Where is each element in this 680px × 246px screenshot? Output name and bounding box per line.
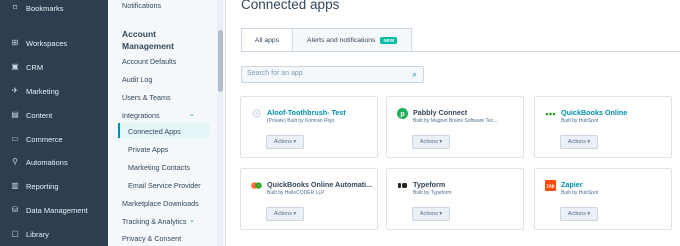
bookmark-icon: ⌑	[12, 3, 18, 12]
actions-button[interactable]: Actions ▾	[560, 207, 598, 221]
actions-button[interactable]: Actions ▾	[560, 135, 598, 149]
typeform-logo-icon	[398, 183, 407, 188]
app-author: Built by HelloCODER LLP	[267, 190, 325, 196]
data-management-icon: ⛁	[11, 205, 19, 214]
app-author: (Private) Built by Komran Rojo	[267, 118, 335, 124]
nav-automations[interactable]: ⚲ Automations	[0, 151, 108, 173]
nav-label: CRM	[26, 62, 44, 72]
nav-label: Commerce	[26, 134, 63, 144]
page-title: Connected apps	[241, 0, 340, 12]
search-input[interactable]: Search for an app ⌕	[241, 66, 424, 83]
content-icon: ▤	[11, 110, 19, 119]
nav-crm[interactable]: ▣ CRM	[0, 56, 108, 78]
nav-label: Reporting	[26, 181, 59, 191]
nav-label: Automations	[26, 157, 68, 167]
app-card[interactable]: Aloof-Toothbrush- Test (Private) Built b…	[240, 96, 378, 158]
sidebar-item-audit-log[interactable]: Audit Log	[122, 75, 152, 84]
sidebar-scrollbar-thumb[interactable]	[218, 30, 223, 92]
workspaces-icon: ⊞	[11, 38, 19, 47]
crm-icon: ▣	[11, 62, 19, 71]
nav-label: Data Management	[26, 205, 88, 215]
nav-label: Library	[26, 229, 49, 239]
settings-sidebar: Notifications Account Management Account…	[108, 0, 226, 246]
zapier-logo-icon: zap	[545, 180, 556, 191]
svg-text:zap: zap	[546, 184, 554, 190]
sidebar-item-marketplace-downloads[interactable]: Marketplace Downloads	[122, 199, 199, 208]
app-name[interactable]: QuickBooks Online	[561, 108, 627, 117]
quickbooks-logo-icon	[545, 112, 556, 116]
search-placeholder: Search for an app	[247, 70, 303, 77]
quickbooks-automation-logo-icon	[251, 182, 262, 189]
tab-label: Alerts and notifications	[307, 36, 376, 44]
app-name[interactable]: Typeform	[413, 180, 445, 189]
nav-data-management[interactable]: ⛁ Data Management	[0, 199, 108, 221]
nav-library[interactable]: ▢ Library	[0, 223, 108, 245]
sidebar-item-tracking-analytics[interactable]: Tracking & Analytics	[122, 217, 186, 226]
new-badge: NEW	[380, 36, 397, 44]
actions-button[interactable]: Actions ▾	[412, 135, 450, 149]
nav-workspaces[interactable]: ⊞ Workspaces	[0, 32, 108, 54]
sidebar-section-title: Account Management	[122, 29, 174, 51]
chevron-down-icon[interactable]: ⌄	[189, 216, 195, 224]
tab-label: All apps	[254, 36, 280, 44]
nav-label: Bookmarks	[26, 3, 64, 13]
app-author: Built by Typeform	[413, 190, 452, 196]
app-name[interactable]: QuickBooks Online Automati...	[267, 180, 372, 189]
commerce-icon: ▭	[11, 134, 19, 143]
left-nav: ⌑ Bookmarks ⊞ Workspaces ▣ CRM ✈ Marketing ▤…	[0, 0, 108, 246]
search-icon[interactable]: ⌕	[412, 69, 417, 80]
nav-label: Marketing	[26, 86, 59, 96]
sidebar-item-connected-apps[interactable]: Connected Apps	[128, 127, 181, 136]
app-card[interactable]: Typeform Built by Typeform Actions ▾	[386, 168, 524, 230]
sidebar-item-users-teams[interactable]: Users & Teams	[122, 93, 171, 102]
nav-commerce[interactable]: ▭ Commerce	[0, 128, 108, 150]
tab-all-apps[interactable]: All apps	[241, 28, 293, 52]
library-icon: ▢	[11, 229, 19, 238]
app-card[interactable]: QuickBooks Online Built by HubSpot Actio…	[534, 96, 672, 158]
sidebar-item-account-defaults[interactable]: Account Defaults	[122, 57, 176, 66]
automations-icon: ⚲	[12, 157, 18, 166]
svg-text:p: p	[400, 111, 404, 118]
marketing-icon: ✈	[11, 86, 19, 95]
actions-button[interactable]: Actions ▾	[412, 207, 450, 221]
tab-alerts-notifications[interactable]: Alerts and notifications NEW	[292, 28, 412, 52]
sidebar-item-privacy-consent[interactable]: Privacy & Consent	[122, 234, 181, 243]
app-author: Built by HubSpot	[561, 190, 599, 196]
tab-divider	[241, 51, 680, 52]
app-card[interactable]: QuickBooks Online Automati... Built by H…	[240, 168, 378, 230]
nav-reporting[interactable]: ▥ Reporting	[0, 175, 108, 197]
nav-marketing[interactable]: ✈ Marketing	[0, 80, 108, 102]
app-name[interactable]: Pabbly Connect	[413, 108, 467, 117]
actions-button[interactable]: Actions ▾	[266, 135, 304, 149]
nav-label: Workspaces	[26, 38, 68, 48]
app-name[interactable]: Aloof-Toothbrush- Test	[267, 108, 346, 117]
app-card[interactable]: zap Zapier Built by HubSpot Actions ▾	[534, 168, 672, 230]
reporting-icon: ▥	[11, 181, 19, 190]
app-author: Built by Magnet Brains Software Tec...	[413, 118, 498, 124]
nav-bookmarks[interactable]: ⌑ Bookmarks	[0, 0, 108, 19]
chevron-down-icon[interactable]: ⌄	[189, 110, 195, 118]
app-card[interactable]: p Pabbly Connect Built by Magnet Brains …	[386, 96, 524, 158]
sidebar-item-integrations[interactable]: Integrations	[122, 111, 160, 120]
actions-button[interactable]: Actions ▾	[266, 207, 304, 221]
main-content: Connected apps All apps Alerts and notif…	[226, 0, 680, 246]
pabbly-logo-icon: p	[397, 108, 408, 119]
app-name[interactable]: Zapier	[561, 180, 583, 189]
nav-content[interactable]: ▤ Content	[0, 104, 108, 126]
sidebar-item-email-service-provider[interactable]: Email Service Provider	[128, 181, 201, 190]
sidebar-item-private-apps[interactable]: Private Apps	[128, 145, 168, 154]
sprocket-icon	[252, 109, 261, 118]
nav-label: Content	[26, 110, 53, 120]
sidebar-item-notifications[interactable]: Notifications	[122, 1, 161, 10]
sidebar-item-marketing-contacts[interactable]: Marketing Contacts	[128, 163, 190, 172]
app-author: Built by HubSpot	[561, 118, 599, 124]
